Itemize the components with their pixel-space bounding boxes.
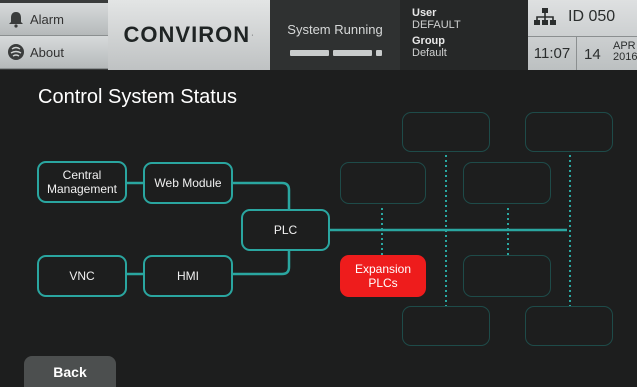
expansion-plc-slot xyxy=(402,112,490,152)
date-year: 2016 xyxy=(613,51,637,63)
date-day: 14 xyxy=(584,46,601,63)
chamber-info-panel: ID 050 11:07 14 APR 2016 xyxy=(528,0,637,70)
expansion-plc-slot xyxy=(463,162,551,204)
plc-node[interactable]: PLC xyxy=(241,209,330,251)
chamber-id: ID 050 xyxy=(568,8,616,25)
user-value: DEFAULT xyxy=(412,19,461,31)
expansion-plc-slot xyxy=(463,255,551,297)
central-management-node[interactable]: Central Management xyxy=(37,161,127,203)
bell-icon xyxy=(6,9,26,29)
about-button[interactable]: About xyxy=(0,36,108,69)
group-value: Default xyxy=(412,47,447,59)
expansion-plc-slot xyxy=(402,306,490,346)
network-icon xyxy=(534,8,556,26)
status-text: System Running xyxy=(287,22,383,37)
date-month-year: APR 2016 xyxy=(613,41,637,63)
network-id-row[interactable]: ID 050 xyxy=(528,0,637,37)
info-globe-icon xyxy=(6,42,26,62)
brand-mark: · xyxy=(251,31,255,39)
hmi-node[interactable]: HMI xyxy=(143,255,233,297)
status-progress-bar xyxy=(290,50,382,56)
web-module-node[interactable]: Web Module xyxy=(143,162,233,204)
back-button[interactable]: Back xyxy=(24,356,116,387)
clock-time: 11:07 xyxy=(528,37,577,70)
conviron-logo: CONVIRON · xyxy=(108,0,270,70)
expansion-plc-slot xyxy=(525,306,613,346)
about-label: About xyxy=(30,44,64,60)
system-status: System Running xyxy=(270,0,400,70)
expansion-plc-slot xyxy=(340,162,426,204)
alarm-button[interactable]: Alarm xyxy=(0,3,108,36)
vnc-node[interactable]: VNC xyxy=(37,255,127,297)
expansion-plc-slot xyxy=(525,112,613,152)
group-key: Group xyxy=(412,35,445,47)
user-group-panel[interactable]: User DEFAULT Group Default xyxy=(400,0,528,70)
user-key: User xyxy=(412,7,437,19)
alarm-label: Alarm xyxy=(30,11,64,27)
expansion-plcs-node[interactable]: Expansion PLCs xyxy=(340,255,426,297)
brand-name: CONVIRON xyxy=(123,22,251,47)
